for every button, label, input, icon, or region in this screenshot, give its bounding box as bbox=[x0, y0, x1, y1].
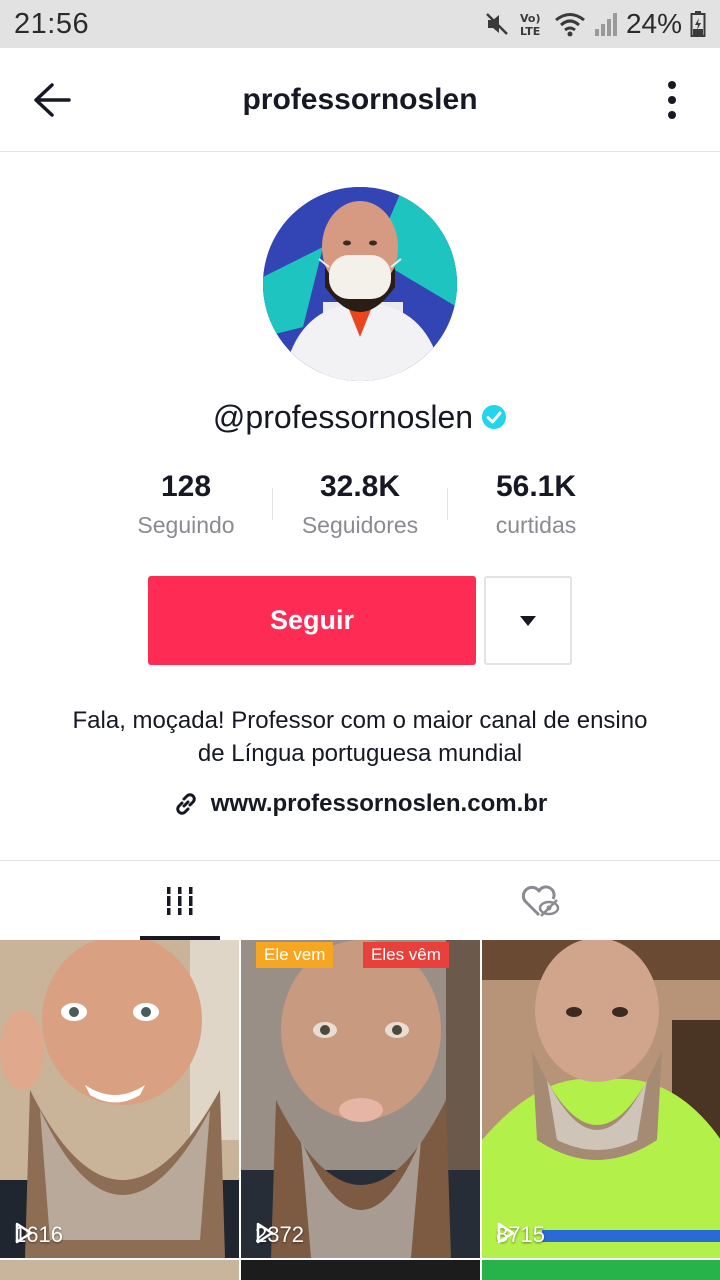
more-options-button[interactable] bbox=[660, 78, 684, 122]
username-row: @professornoslen bbox=[0, 392, 720, 442]
battery-icon bbox=[690, 10, 706, 38]
play-count: 2372 bbox=[255, 1222, 304, 1248]
stat-following[interactable]: 128 Seguindo bbox=[96, 466, 276, 539]
content-tabs bbox=[0, 860, 720, 940]
link-text[interactable]: www.professornoslen.com.br bbox=[211, 790, 548, 818]
tab-liked[interactable] bbox=[360, 861, 720, 940]
profile-bio: Fala, moçada! Professor com o maior cana… bbox=[72, 707, 648, 767]
play-icon bbox=[256, 1222, 274, 1244]
username: @professornoslen bbox=[212, 398, 474, 435]
stat-label: curtidas bbox=[495, 512, 577, 538]
more-vertical-icon bbox=[668, 81, 676, 119]
stat-value: 128 bbox=[160, 470, 212, 503]
video-thumbnail[interactable] bbox=[0, 1260, 239, 1280]
back-arrow-icon bbox=[34, 83, 71, 117]
page-title: professornoslen bbox=[242, 82, 478, 116]
status-time: 21:56 bbox=[14, 7, 90, 40]
status-bar: 21:56 Vo) LTE 24% bbox=[0, 0, 720, 48]
status-icons: Vo) LTE 24% bbox=[484, 8, 706, 40]
play-count: 1616 bbox=[14, 1222, 63, 1248]
video-tag: Eles vêm bbox=[363, 942, 449, 968]
verified-badge-icon bbox=[481, 404, 507, 430]
link-icon bbox=[176, 793, 196, 815]
liked-hidden-icon bbox=[521, 884, 560, 917]
mute-icon bbox=[484, 11, 510, 37]
stat-value: 32.8K bbox=[319, 470, 401, 503]
stat-followers[interactable]: 32.8K Seguidores bbox=[270, 466, 450, 539]
video-tag: Ele vem bbox=[256, 942, 334, 968]
battery-percent: 24% bbox=[625, 8, 682, 39]
stat-value: 56.1K bbox=[495, 470, 577, 503]
profile-link[interactable]: www.professornoslen.com.br bbox=[0, 784, 720, 824]
caret-down-icon bbox=[520, 615, 536, 626]
avatar[interactable] bbox=[263, 187, 457, 381]
wifi-icon bbox=[554, 11, 586, 37]
svg-text:LTE: LTE bbox=[520, 25, 540, 38]
stat-label: Seguidores bbox=[301, 512, 419, 538]
video-grid: 1616 Ele vem Eles vêm 2372 8715 bbox=[0, 940, 720, 1280]
play-count: 8715 bbox=[496, 1222, 545, 1248]
video-thumbnail[interactable]: 1616 bbox=[0, 940, 239, 1258]
stat-likes: 56.1K curtidas bbox=[446, 466, 626, 539]
tab-videos[interactable] bbox=[0, 861, 360, 940]
follow-button[interactable]: Seguir bbox=[148, 576, 476, 665]
suggested-accounts-button[interactable] bbox=[484, 576, 572, 665]
grid-icon bbox=[167, 886, 193, 915]
play-icon bbox=[497, 1222, 515, 1244]
profile-header: professornoslen bbox=[0, 48, 720, 152]
svg-text:Vo): Vo) bbox=[520, 12, 541, 25]
play-icon bbox=[15, 1222, 33, 1244]
video-thumbnail[interactable]: 8715 bbox=[482, 940, 720, 1258]
profile-stats: 128 Seguindo 32.8K Seguidores 56.1K curt… bbox=[0, 466, 720, 556]
volte-icon: Vo) LTE bbox=[518, 10, 546, 38]
stat-label: Seguindo bbox=[137, 512, 235, 538]
video-thumbnail[interactable]: Ele vem Eles vêm 2372 bbox=[241, 940, 480, 1258]
video-thumbnail[interactable] bbox=[482, 1260, 720, 1280]
video-thumbnail[interactable] bbox=[241, 1260, 480, 1280]
signal-icon bbox=[594, 11, 618, 37]
back-button[interactable] bbox=[30, 80, 74, 120]
